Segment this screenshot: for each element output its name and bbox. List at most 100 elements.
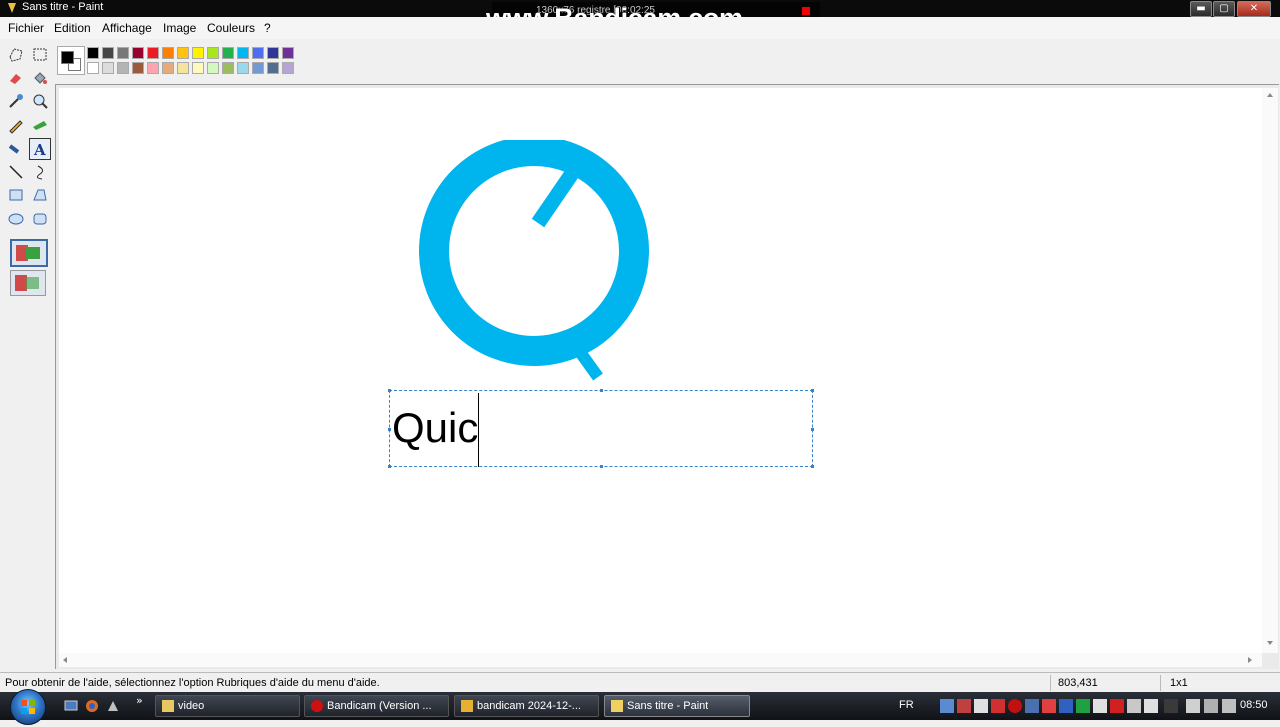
record-stop-icon[interactable] xyxy=(802,7,810,15)
menu-edition[interactable]: Edition xyxy=(54,21,91,35)
minimize-button[interactable]: ▬ xyxy=(1190,1,1212,17)
taskbar-item-bandicam[interactable]: Bandicam (Version ... xyxy=(304,695,449,717)
polygon-icon[interactable] xyxy=(30,185,50,205)
scroll-arrows-icon xyxy=(63,657,1252,663)
color-swatch[interactable] xyxy=(207,47,219,59)
color-swatch[interactable] xyxy=(267,47,279,59)
maximize-button[interactable]: ▢ xyxy=(1213,1,1235,17)
quicklaunch-overflow-icon[interactable]: » xyxy=(136,694,143,707)
color-swatch[interactable] xyxy=(147,62,159,74)
tray-icon[interactable] xyxy=(1110,699,1124,713)
resize-handle[interactable] xyxy=(388,428,391,431)
tray-icon[interactable] xyxy=(974,699,988,713)
color-swatch[interactable] xyxy=(222,62,234,74)
fill-icon[interactable] xyxy=(30,68,50,88)
color-swatch[interactable] xyxy=(132,62,144,74)
rounded-rect-icon[interactable] xyxy=(30,209,50,229)
browser-icon[interactable] xyxy=(85,699,99,713)
color-swatch[interactable] xyxy=(147,47,159,59)
tray-icon[interactable] xyxy=(1042,699,1056,713)
menu-image[interactable]: Image xyxy=(163,21,196,35)
line-icon[interactable] xyxy=(6,162,26,182)
text-edit-box[interactable]: Quic xyxy=(388,389,814,468)
tray-icon[interactable] xyxy=(1144,699,1158,713)
free-select-icon[interactable] xyxy=(6,45,26,65)
color-swatch[interactable] xyxy=(87,62,99,74)
volume-icon[interactable] xyxy=(1222,699,1236,713)
color-swatch[interactable] xyxy=(117,47,129,59)
color-swatch[interactable] xyxy=(282,62,294,74)
color-swatch[interactable] xyxy=(177,47,189,59)
color-picker-icon[interactable] xyxy=(6,91,26,111)
opaque-mode-button[interactable] xyxy=(10,239,48,267)
battery-icon[interactable] xyxy=(1204,699,1218,713)
network-icon[interactable] xyxy=(1186,699,1200,713)
color-swatch[interactable] xyxy=(252,62,264,74)
tray-icon[interactable] xyxy=(991,699,1005,713)
color-swatch[interactable] xyxy=(162,62,174,74)
rect-select-icon[interactable] xyxy=(30,45,50,65)
resize-handle[interactable] xyxy=(811,389,814,392)
tray-icon[interactable] xyxy=(957,699,971,713)
rectangle-icon[interactable] xyxy=(6,185,26,205)
foreground-color[interactable] xyxy=(61,51,74,64)
show-desktop-icon[interactable] xyxy=(64,699,78,713)
color-swatch[interactable] xyxy=(192,62,204,74)
close-button[interactable]: ✕ xyxy=(1237,1,1271,17)
ellipse-icon[interactable] xyxy=(6,209,26,229)
resize-handle[interactable] xyxy=(388,465,391,468)
tray-icon[interactable] xyxy=(1164,699,1178,713)
resize-handle[interactable] xyxy=(811,465,814,468)
color-swatch[interactable] xyxy=(117,62,129,74)
color-swatch[interactable] xyxy=(192,47,204,59)
tray-icon[interactable] xyxy=(1127,699,1141,713)
tray-icon[interactable] xyxy=(1025,699,1039,713)
magnifier-icon[interactable] xyxy=(30,91,50,111)
color-swatch[interactable] xyxy=(237,47,249,59)
taskbar-item-bandicam-file[interactable]: bandicam 2024-12-... xyxy=(454,695,599,717)
resize-handle[interactable] xyxy=(600,389,603,392)
color-swatch[interactable] xyxy=(162,47,174,59)
text-tool-button[interactable]: A xyxy=(29,138,51,160)
language-indicator[interactable]: FR xyxy=(899,699,914,711)
resize-handle[interactable] xyxy=(388,389,391,392)
resize-handle[interactable] xyxy=(600,465,603,468)
clock[interactable]: 08:50 xyxy=(1240,699,1268,711)
color-swatch[interactable] xyxy=(252,47,264,59)
cursor-coordinates: 803,431 xyxy=(1058,677,1098,689)
horizontal-scrollbar[interactable] xyxy=(59,653,1262,667)
color-swatch[interactable] xyxy=(177,62,189,74)
eraser-icon[interactable] xyxy=(6,68,26,88)
color-swatch[interactable] xyxy=(207,62,219,74)
tray-icon[interactable] xyxy=(1076,699,1090,713)
pencil-icon[interactable] xyxy=(6,115,26,135)
color-swatch[interactable] xyxy=(267,62,279,74)
color-swatch[interactable] xyxy=(282,47,294,59)
tray-icon[interactable] xyxy=(940,699,954,713)
menu-fichier[interactable]: Fichier xyxy=(8,21,44,35)
color-swatch[interactable] xyxy=(237,62,249,74)
drawing-canvas[interactable] xyxy=(59,88,1270,653)
taskbar-item-video[interactable]: video xyxy=(155,695,300,717)
taskbar-item-paint[interactable]: Sans titre - Paint xyxy=(604,695,750,717)
color-swatch[interactable] xyxy=(222,47,234,59)
menu-affichage[interactable]: Affichage xyxy=(102,21,152,35)
brush-icon[interactable] xyxy=(30,115,50,135)
selection-size: 1x1 xyxy=(1170,677,1188,689)
color-swatch[interactable] xyxy=(132,47,144,59)
vertical-scrollbar[interactable] xyxy=(1262,88,1278,653)
curve-icon[interactable] xyxy=(30,162,50,182)
menu-couleurs[interactable]: Couleurs xyxy=(207,21,255,35)
status-bar: Pour obtenir de l'aide, sélectionnez l'o… xyxy=(0,672,1280,693)
color-swatch[interactable] xyxy=(87,47,99,59)
menu-help[interactable]: ? xyxy=(264,21,271,35)
resize-handle[interactable] xyxy=(811,428,814,431)
tray-icon[interactable] xyxy=(1008,699,1022,713)
tray-icon[interactable] xyxy=(1059,699,1073,713)
airbrush-icon[interactable] xyxy=(6,138,26,158)
transparent-mode-button[interactable] xyxy=(10,270,46,296)
tray-icon[interactable] xyxy=(1093,699,1107,713)
quicklaunch-icon[interactable] xyxy=(106,699,120,713)
color-swatch[interactable] xyxy=(102,47,114,59)
color-swatch[interactable] xyxy=(102,62,114,74)
